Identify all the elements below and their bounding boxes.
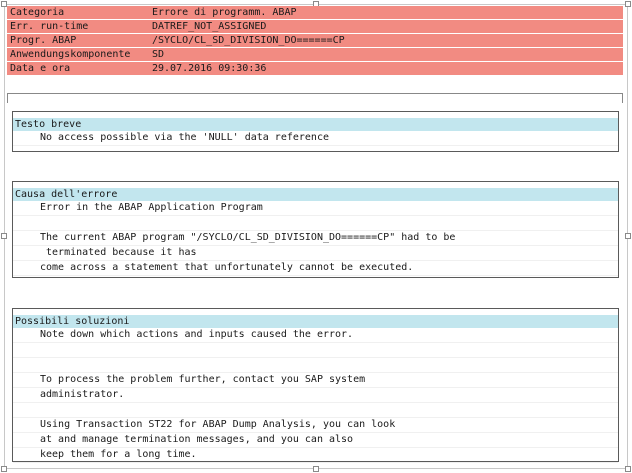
section-line: at and manage termination messages, and …	[13, 433, 618, 448]
section-line	[13, 343, 618, 358]
header-key: Anwendungskomponente	[7, 47, 149, 62]
header-value: 29.07.2016 09:30:36	[149, 61, 623, 76]
section-line: The current ABAP program "/SYCLO/CL_SD_D…	[13, 231, 618, 246]
header-row: Data e ora 29.07.2016 09:30:36	[7, 61, 623, 76]
content-top-divider	[7, 93, 623, 103]
resize-handle-bottom-right[interactable]	[625, 466, 631, 472]
header-value: /SYCLO/CL_SD_DIVISION_DO======CP	[149, 33, 623, 48]
resize-handle-bottom-left[interactable]	[1, 466, 7, 472]
section-line: To process the problem further, contact …	[13, 373, 618, 388]
resize-handle-bottom-center[interactable]	[313, 466, 319, 472]
section-line: keep them for a long time.	[13, 448, 618, 463]
resize-handle-middle-left[interactable]	[1, 233, 7, 239]
resize-handle-middle-right[interactable]	[625, 233, 631, 239]
section-line	[13, 403, 618, 418]
section-line: No access possible via the 'NULL' data r…	[13, 131, 618, 146]
header-row: Err. run-time DATREF_NOT_ASSIGNED	[7, 19, 623, 34]
section-title: Causa dell'errore	[13, 188, 618, 201]
header-value: DATREF_NOT_ASSIGNED	[149, 19, 623, 34]
header-row: Progr. ABAP /SYCLO/CL_SD_DIVISION_DO====…	[7, 33, 623, 48]
header-value: Errore di programm. ABAP	[149, 6, 623, 20]
header-key: Progr. ABAP	[7, 33, 149, 48]
section-line: administrator.	[13, 388, 618, 403]
section-line	[13, 216, 618, 231]
section-line	[13, 358, 618, 373]
header-key: Categoria	[7, 6, 149, 20]
section-line: Note down which actions and inputs cause…	[13, 328, 618, 343]
section-line: terminated because it has	[13, 246, 618, 261]
resize-handle-top-right[interactable]	[625, 1, 631, 7]
header-row: Categoria Errore di programm. ABAP	[7, 6, 623, 20]
header-value: SD	[149, 47, 623, 62]
header-row: Anwendungskomponente SD	[7, 47, 623, 62]
header-key: Err. run-time	[7, 19, 149, 34]
section-title: Possibili soluzioni	[13, 315, 618, 328]
short-text-section: Testo breve No access possible via the '…	[12, 111, 619, 152]
section-line: Using Transaction ST22 for ABAP Dump Ana…	[13, 418, 618, 433]
section-line: come across a statement that unfortunate…	[13, 261, 618, 276]
section-title: Testo breve	[13, 118, 618, 131]
section-line: Error in the ABAP Application Program	[13, 201, 618, 216]
cause-section: Causa dell'errore Error in the ABAP Appl…	[12, 181, 619, 278]
header-key: Data e ora	[7, 61, 149, 76]
solutions-section: Possibili soluzioni Note down which acti…	[12, 308, 619, 463]
error-header-table: Categoria Errore di programm. ABAP Err. …	[7, 6, 623, 76]
